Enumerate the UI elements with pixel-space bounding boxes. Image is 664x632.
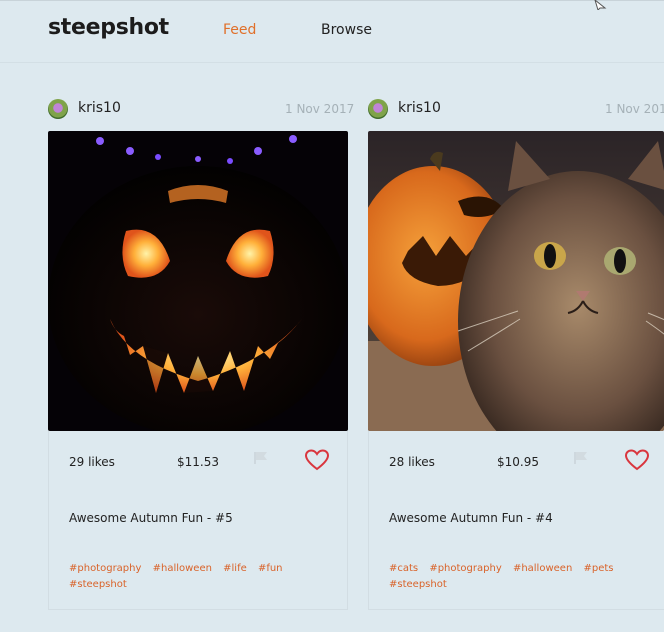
nav-browse[interactable]: Browse [321,22,372,38]
heart-icon[interactable] [625,449,649,471]
post-photo[interactable] [48,131,348,431]
tag-list: #cats #photography #halloween #pets #ste… [389,561,639,593]
likes-count[interactable]: 29 likes [69,455,115,469]
post-card: 29 likes $11.53 Awesome Autumn Fun - #5 … [48,431,348,610]
tag[interactable]: #cats [389,563,418,574]
post-header: kris10 1 Nov 2017 [48,98,354,122]
post-date: 1 Nov 2017 [285,102,355,116]
username[interactable]: kris10 [398,100,441,116]
header-divider [0,62,664,63]
header: steepshot Feed Browse [0,0,664,62]
cursor-icon [594,0,607,10]
post-date: 1 Nov 2017 [605,102,664,116]
username[interactable]: kris10 [78,100,121,116]
flag-icon[interactable] [573,451,589,465]
tag[interactable]: #pets [583,563,613,574]
post-photo[interactable] [368,131,664,431]
tag[interactable]: #steepshot [389,579,447,590]
avatar[interactable] [368,99,388,119]
flag-icon[interactable] [253,451,269,465]
post-price: $10.95 [497,455,539,469]
tag[interactable]: #photography [69,563,141,574]
tag[interactable]: #fun [258,563,283,574]
tag[interactable]: #life [223,563,247,574]
tag[interactable]: #halloween [153,563,212,574]
post-title[interactable]: Awesome Autumn Fun - #4 [389,511,553,525]
logo[interactable]: steepshot [48,15,169,40]
post-header: kris10 1 Nov 2017 [368,98,664,122]
avatar[interactable] [48,99,68,119]
tag[interactable]: #steepshot [69,579,127,590]
post-card: 28 likes $10.95 Awesome Autumn Fun - #4 … [368,431,664,610]
tag[interactable]: #halloween [513,563,572,574]
heart-icon[interactable] [305,449,329,471]
post-price: $11.53 [177,455,219,469]
nav-feed[interactable]: Feed [223,22,256,38]
tag[interactable]: #photography [429,563,501,574]
likes-count[interactable]: 28 likes [389,455,435,469]
tag-list: #photography #halloween #life #fun #stee… [69,561,319,593]
post-title[interactable]: Awesome Autumn Fun - #5 [69,511,233,525]
